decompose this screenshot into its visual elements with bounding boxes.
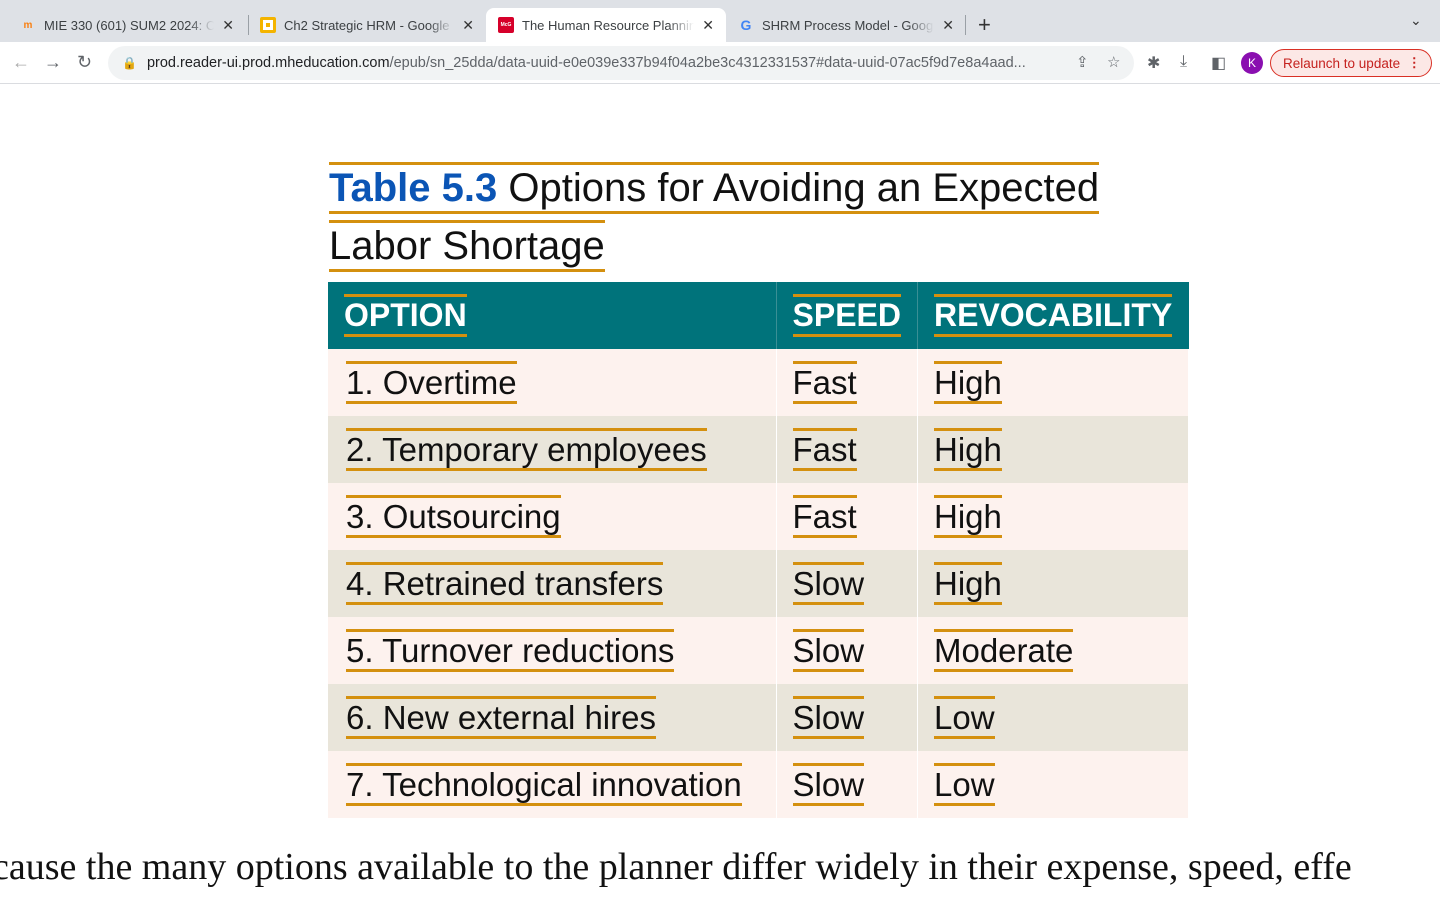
header-revocability: REVOCABILITY: [933, 294, 1173, 337]
cell-option: 3. Outsourcing: [346, 494, 561, 539]
toolbar: ← → ↻ 🔒 prod.reader-ui.prod.mheducation.…: [0, 42, 1440, 84]
table-title-line2: Labor Shortage: [329, 220, 605, 272]
tab-bar: m MIE 330 (601) SUM2 2024: Ch ✕ Ch2 Stra…: [0, 0, 1440, 42]
relaunch-button[interactable]: Relaunch to update ⋮: [1270, 49, 1432, 77]
cell-revocability: Low: [933, 695, 995, 740]
address-bar[interactable]: 🔒 prod.reader-ui.prod.mheducation.com/ep…: [108, 46, 1134, 80]
cell-option: 6. New external hires: [346, 695, 656, 740]
cell-revocability: High: [933, 427, 1002, 472]
tab-shrm-process-model[interactable]: G SHRM Process Model - Google ✕: [726, 8, 966, 42]
table-caption: Table 5.3 Options for Avoiding an Expect…: [329, 162, 1129, 272]
back-icon[interactable]: ←: [12, 52, 30, 73]
table-row: 5. Turnover reductions Slow Moderate: [328, 617, 1190, 684]
moodle-icon: m: [23, 19, 33, 31]
tab-human-resource-planning[interactable]: McG The Human Resource Planning ✕: [486, 8, 726, 42]
share-icon[interactable]: ⇪: [1076, 53, 1089, 71]
body-paragraph: cause the many options available to the …: [0, 846, 1352, 888]
cell-speed: Slow: [792, 762, 865, 807]
cell-speed: Fast: [792, 360, 857, 405]
menu-icon[interactable]: ⋮: [1408, 55, 1422, 71]
bookmark-star-icon[interactable]: ☆: [1107, 53, 1120, 71]
header-speed: SPEED: [792, 294, 901, 337]
lock-icon: 🔒: [122, 56, 137, 70]
download-icon[interactable]: ⤓: [1180, 53, 1187, 71]
table-row: 7. Technological innovation Slow Low: [328, 751, 1190, 818]
tab-search-chevron-icon[interactable]: ⌄: [1410, 12, 1422, 29]
close-tab-icon[interactable]: ✕: [222, 17, 234, 34]
table-title-line1: Options for Avoiding an Expected: [508, 166, 1100, 210]
table-row: 1. Overtime Fast High: [328, 349, 1190, 416]
google-slides-icon: [260, 17, 276, 33]
cell-revocability: High: [933, 360, 1002, 405]
reader-content: Table 5.3 Options for Avoiding an Expect…: [0, 85, 1440, 900]
cell-speed: Fast: [792, 427, 857, 472]
cell-revocability: High: [933, 561, 1002, 606]
cell-speed: Fast: [792, 494, 857, 539]
side-panel-icon[interactable]: ◧: [1211, 53, 1226, 73]
new-tab-button[interactable]: +: [978, 12, 991, 38]
cell-option: 4. Retrained transfers: [346, 561, 664, 606]
table-row: 2. Temporary employees Fast High: [328, 416, 1190, 483]
cell-revocability: Low: [933, 762, 995, 807]
close-tab-icon[interactable]: ✕: [702, 17, 714, 34]
tab-mie330[interactable]: m MIE 330 (601) SUM2 2024: Ch ✕: [8, 8, 246, 42]
cell-revocability: High: [933, 494, 1002, 539]
cell-option: 1. Overtime: [346, 360, 517, 405]
cell-speed: Slow: [792, 561, 865, 606]
cell-speed: Slow: [792, 628, 865, 673]
reload-icon[interactable]: ↻: [77, 52, 92, 73]
forward-icon[interactable]: →: [44, 52, 62, 73]
cell-speed: Slow: [792, 695, 865, 740]
avatar[interactable]: K: [1241, 52, 1263, 74]
tab-ch2-strategic-hrm[interactable]: Ch2 Strategic HRM - Google Sl ✕: [248, 8, 486, 42]
cell-option: 2. Temporary employees: [346, 427, 707, 472]
cell-revocability: Moderate: [933, 628, 1074, 673]
cell-option: 7. Technological innovation: [346, 762, 742, 807]
options-table: OPTION SPEED REVOCABILITY 1. Overtime Fas…: [328, 282, 1190, 818]
table-row: 3. Outsourcing Fast High: [328, 483, 1190, 550]
extensions-icon[interactable]: ✱: [1147, 53, 1160, 73]
table-row: 6. New external hires Slow Low: [328, 684, 1190, 751]
table-row: 4. Retrained transfers Slow High: [328, 550, 1190, 617]
cell-option: 5. Turnover reductions: [346, 628, 675, 673]
mcgraw-hill-icon: McG: [498, 17, 514, 33]
header-option: OPTION: [344, 294, 467, 337]
close-tab-icon[interactable]: ✕: [462, 17, 474, 34]
table-label: Table 5.3: [329, 166, 498, 210]
close-tab-icon[interactable]: ✕: [942, 17, 954, 34]
google-icon: G: [740, 17, 752, 33]
